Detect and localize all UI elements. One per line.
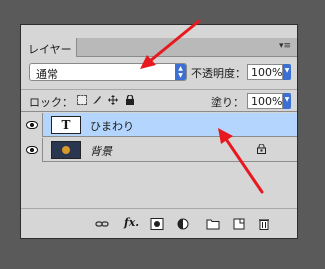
annotation-arrow-to-layer (218, 128, 264, 194)
annotation-arrow-to-blend-mode (140, 19, 201, 69)
annotation-arrows (140, 19, 264, 194)
